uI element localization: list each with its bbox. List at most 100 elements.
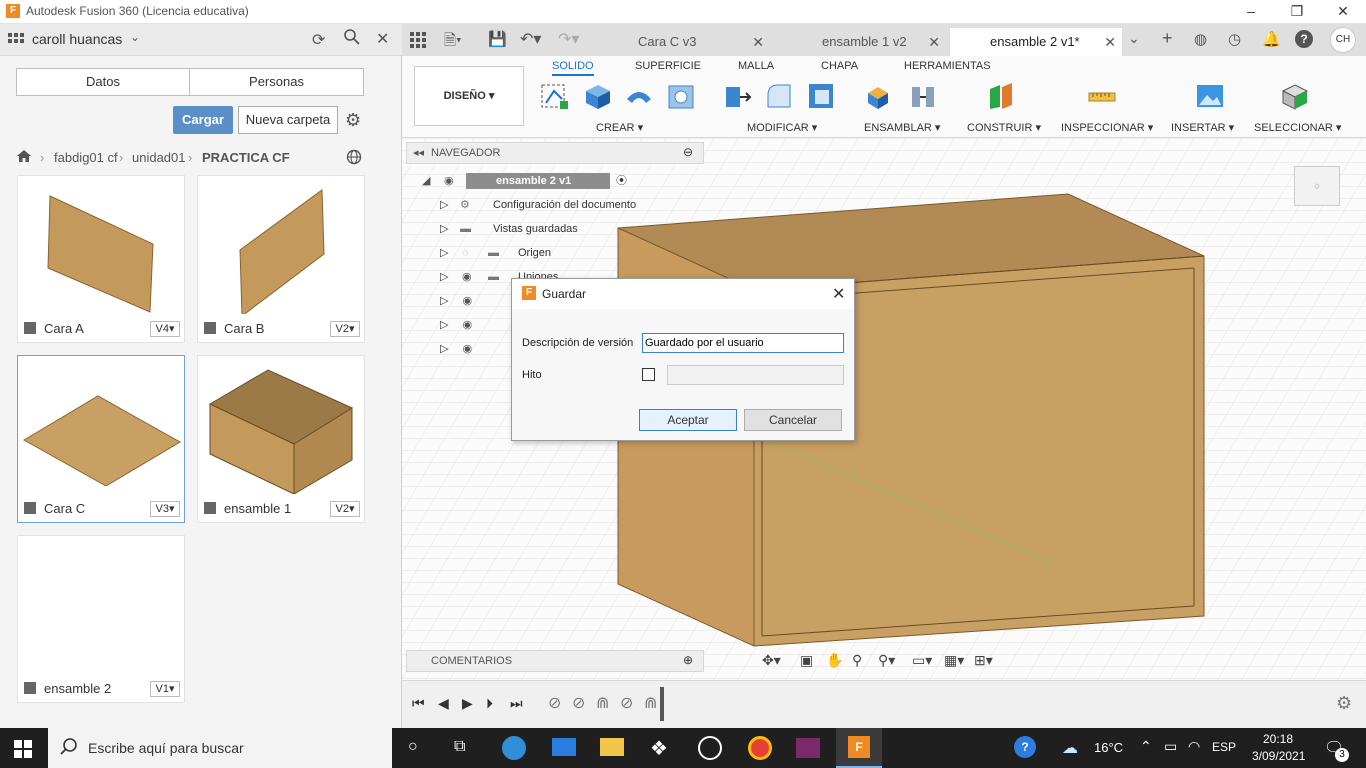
select-icon[interactable]	[1279, 81, 1309, 111]
language-indicator[interactable]: ESP	[1212, 740, 1236, 754]
file-menu-icon[interactable]: 🗎▾	[444, 30, 462, 55]
save-icon[interactable]: 💾	[488, 30, 507, 48]
avatar[interactable]: CH	[1330, 27, 1356, 53]
last-step-icon[interactable]: ⏭	[510, 695, 523, 712]
version-select[interactable]: V1▾	[150, 681, 180, 697]
accept-button[interactable]: Aceptar	[639, 409, 737, 431]
help-tray-icon[interactable]: ?	[1014, 736, 1036, 758]
shell-icon[interactable]	[806, 81, 836, 111]
file-card[interactable]: Cara B V2▾	[197, 175, 365, 343]
group-crear[interactable]: CREAR ▾	[596, 121, 643, 134]
insert-image-icon[interactable]	[1195, 81, 1225, 111]
tab-solido[interactable]: SOLIDO	[552, 60, 594, 76]
file-card[interactable]: Cara C V3▾	[17, 355, 185, 523]
expand-icon[interactable]: ▷	[440, 266, 448, 288]
offset-plane-icon[interactable]	[986, 81, 1016, 111]
version-select[interactable]: V2▾	[330, 321, 360, 337]
revolve-icon[interactable]	[624, 81, 654, 111]
timeline-feature-icon[interactable]: ⊘	[548, 693, 561, 713]
refresh-icon[interactable]: ⟳	[312, 30, 325, 50]
windows-start-icon[interactable]	[14, 740, 32, 761]
cancel-button[interactable]: Cancelar	[744, 409, 842, 431]
user-name[interactable]: caroll huancas	[32, 31, 122, 47]
expand-icon[interactable]: ◢	[422, 170, 430, 192]
weather-temp[interactable]: 16°C	[1094, 740, 1123, 755]
app-icon[interactable]	[698, 736, 722, 760]
tab-herramientas[interactable]: HERRAMIENTAS	[904, 60, 991, 72]
minimize-icon[interactable]: –	[1228, 0, 1274, 24]
group-construir[interactable]: CONSTRUIR ▾	[967, 121, 1041, 134]
group-ensamblar[interactable]: ENSAMBLAR ▾	[864, 121, 940, 134]
eye-icon[interactable]: ◉	[462, 343, 472, 355]
look-at-icon[interactable]: ▣	[800, 652, 813, 669]
prev-step-icon[interactable]: ◀	[438, 695, 449, 712]
gear-icon[interactable]: ⚙	[345, 110, 361, 131]
expand-icon[interactable]: ▷	[440, 319, 448, 331]
next-step-icon[interactable]: ⏵	[486, 695, 493, 712]
file-card[interactable]: ensamble 1 V2▾	[197, 355, 365, 523]
notification-icon[interactable]: 🔔	[1262, 30, 1281, 48]
new-tab-icon[interactable]: +	[1162, 28, 1173, 49]
upload-button[interactable]: Cargar	[173, 106, 233, 134]
navigator-header[interactable]: ◂◂ NAVEGADOR ⊖	[406, 142, 704, 164]
redo-icon[interactable]: ↷▾	[558, 29, 579, 49]
milestone-checkbox[interactable]	[642, 368, 655, 381]
tab-ensamble-1[interactable]: ensamble 1 v2 ✕	[782, 28, 946, 56]
comments-header[interactable]: COMENTARIOS ⊕	[406, 650, 704, 672]
close-icon[interactable]: ✕	[832, 284, 845, 304]
grid-menu-icon[interactable]	[8, 33, 24, 47]
close-tab-icon[interactable]: ✕	[1104, 28, 1116, 56]
press-pull-icon[interactable]	[722, 81, 752, 111]
navigator-item[interactable]: ▷ ▬ Vistas guardadas	[440, 218, 680, 240]
apps-grid-icon[interactable]	[410, 32, 426, 51]
expand-icon[interactable]: ▷	[440, 194, 448, 216]
close-tab-icon[interactable]: ✕	[752, 28, 764, 56]
expand-icon[interactable]: ▷	[440, 343, 448, 355]
clock-date[interactable]: 3/09/2021	[1252, 749, 1305, 763]
mail-icon[interactable]	[552, 738, 576, 756]
tab-datos[interactable]: Datos	[17, 69, 190, 95]
file-explorer-icon[interactable]	[600, 738, 624, 756]
orbit-icon[interactable]: ✥▾	[762, 652, 781, 669]
close-icon[interactable]: ✕	[1320, 0, 1366, 24]
dropbox-icon[interactable]: ❖	[650, 736, 668, 761]
pan-icon[interactable]: ✋	[826, 652, 843, 669]
wifi-icon[interactable]: ◠	[1188, 738, 1200, 755]
tab-overflow-icon[interactable]: ⌄	[1128, 30, 1140, 47]
clock-time[interactable]: 20:18	[1263, 732, 1293, 746]
job-status-icon[interactable]: ◍	[1194, 30, 1207, 48]
navigator-item[interactable]: ▷ ◌ ▬ Origen	[440, 242, 680, 264]
clock-icon[interactable]: ◷	[1228, 30, 1241, 48]
search-icon[interactable]	[344, 29, 360, 48]
workspace-selector[interactable]: DISEÑO ▾	[414, 66, 524, 126]
timeline-feature-icon[interactable]: ⊘	[620, 693, 633, 713]
winrar-icon[interactable]	[796, 738, 820, 758]
tab-personas[interactable]: Personas	[190, 69, 363, 95]
globe-icon[interactable]	[346, 149, 362, 168]
version-select[interactable]: V4▾	[150, 321, 180, 337]
timeline-joint-icon[interactable]: ⋒	[644, 693, 657, 713]
eye-icon[interactable]: ◉	[444, 170, 454, 192]
joint-icon[interactable]	[908, 81, 938, 111]
first-step-icon[interactable]: ⏮	[412, 695, 425, 712]
viewports-icon[interactable]: ⊞▾	[974, 652, 993, 669]
view-cube[interactable]: ◇	[1294, 166, 1340, 206]
new-folder-button[interactable]: Nueva carpeta	[238, 106, 338, 134]
navigator-item[interactable]: ▷ ◉	[440, 314, 472, 336]
add-comment-icon[interactable]: ⊕	[683, 653, 693, 667]
group-seleccionar[interactable]: SELECCIONAR ▾	[1254, 121, 1341, 134]
eye-hidden-icon[interactable]: ◌	[462, 242, 469, 264]
hole-icon[interactable]	[666, 81, 696, 111]
timeline-joint-icon[interactable]: ⋒	[596, 693, 609, 713]
extrude-icon[interactable]	[582, 81, 612, 111]
timeline-feature-icon[interactable]: ⊘	[572, 693, 585, 713]
tab-ensamble-2[interactable]: ensamble 2 v1* ✕	[950, 28, 1122, 56]
chevron-down-icon[interactable]: ⌄	[130, 30, 140, 44]
help-icon[interactable]: ?	[1295, 30, 1313, 48]
home-icon[interactable]	[16, 149, 32, 166]
display-settings-icon[interactable]: ▭▾	[912, 652, 932, 669]
timeline-settings-icon[interactable]: ⚙	[1336, 693, 1352, 714]
file-card[interactable]: Cara A V4▾	[17, 175, 185, 343]
eye-icon[interactable]: ◉	[462, 295, 472, 307]
breadcrumb-item[interactable]: fabdig01 cf	[54, 150, 118, 165]
